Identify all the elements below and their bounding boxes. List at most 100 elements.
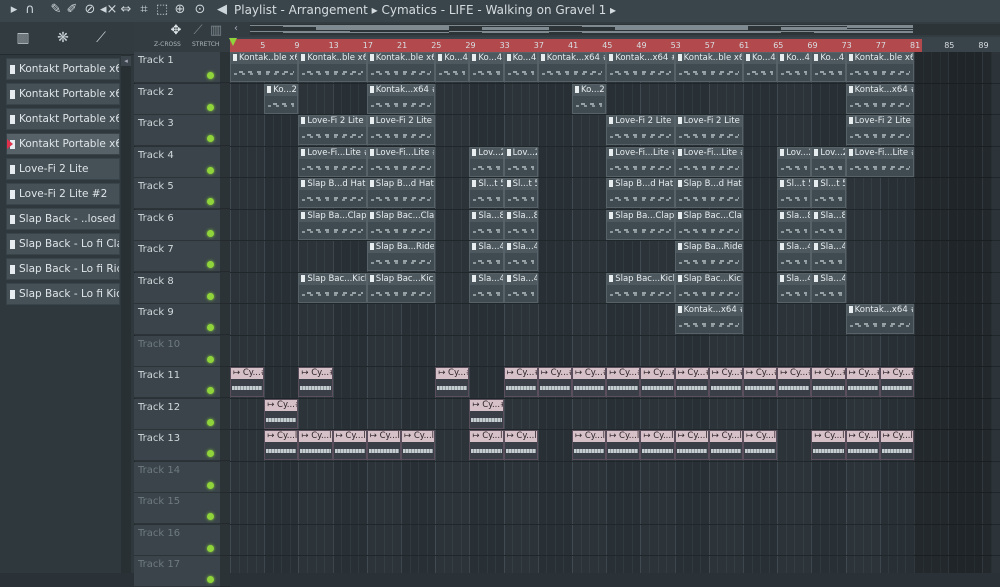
track-header[interactable]: Track 15 <box>134 493 220 524</box>
track-header[interactable]: Track 16 <box>134 525 220 556</box>
pattern-clip[interactable]: Kontak...x64 #3 <box>606 52 674 82</box>
track-mute-led[interactable] <box>207 419 214 426</box>
track-grip[interactable] <box>220 525 230 556</box>
pattern-clip[interactable]: Sla...4 <box>469 273 503 303</box>
track-header[interactable]: Track 8 <box>134 273 220 304</box>
pattern-clip[interactable]: Slap Bac...Clap 8 <box>367 210 435 240</box>
track-grip[interactable] <box>220 273 230 304</box>
audio-clip[interactable]: ↦ Cy...l 1 <box>264 430 298 460</box>
stretch-toggle[interactable]: STRETCH <box>192 41 219 48</box>
audio-clip[interactable]: ↦ Cy...#3 <box>538 367 572 397</box>
magnet-icon[interactable]: ∩ <box>22 2 38 18</box>
delete-icon[interactable]: ⊘ <box>82 2 98 18</box>
play-arrow-icon[interactable]: ▸ <box>6 2 22 18</box>
audio-clip[interactable]: ↦ Cy...l 1 <box>743 430 777 460</box>
track-mute-led[interactable] <box>207 387 214 394</box>
track-grip[interactable] <box>220 430 230 461</box>
pattern-clip[interactable]: Sla...4 <box>811 273 845 303</box>
audio-clip[interactable]: ↦ Cy...l 1 <box>572 430 606 460</box>
audio-clip[interactable]: ↦ Cy...l 1 <box>846 430 880 460</box>
pattern-clip[interactable]: Kontak...x64 #3 <box>538 52 606 82</box>
picker-scrollbar[interactable]: ◂ <box>121 54 131 573</box>
audio-clip[interactable]: ↦ Cy...l 1 <box>401 430 435 460</box>
pattern-clip[interactable]: Sla...8 <box>811 210 845 240</box>
scroll-left-arrow-icon[interactable]: ‹ <box>234 23 238 34</box>
pattern-clip[interactable]: Sla...4 <box>469 241 503 271</box>
track-grip[interactable] <box>220 84 230 115</box>
pattern-clip[interactable]: Love-Fi...Lite #2 <box>606 147 674 177</box>
pattern-clip[interactable]: Sla...4 <box>777 241 811 271</box>
track-grip[interactable] <box>220 147 230 178</box>
pattern-clip[interactable]: Lov...2 <box>777 147 811 177</box>
pattern-clip[interactable]: Ko...4 <box>504 52 538 82</box>
pattern-clip[interactable]: Ko...4 <box>743 52 777 82</box>
pattern-clip[interactable]: Sla...4 <box>777 273 811 303</box>
pattern-item[interactable]: Slap Back - ..losed Hat 5 <box>6 208 120 230</box>
track-header[interactable]: Track 14 <box>134 462 220 493</box>
audio-clip[interactable]: ↦ Cy...#3 <box>572 367 606 397</box>
pattern-clip[interactable]: Kontak...x64 #2 <box>367 84 435 114</box>
audio-clip[interactable]: ↦ Cy...#3 <box>811 367 845 397</box>
piano-keys-icon[interactable]: ▥ <box>12 29 34 47</box>
pattern-clip[interactable]: Love-Fi...Lite #2 <box>298 147 366 177</box>
pattern-item[interactable]: Kontakt Portable x64 <box>6 58 120 80</box>
track-mute-led[interactable] <box>207 293 214 300</box>
pattern-clip[interactable]: Sla...4 <box>504 241 538 271</box>
pattern-clip[interactable]: Love-Fi...Lite #2 <box>675 147 743 177</box>
pattern-clip[interactable]: Slap Ba...Clap 8 <box>298 210 366 240</box>
pattern-clip[interactable]: Ko...2 <box>264 84 298 114</box>
pattern-clip[interactable]: Slap B...d Hat 5 <box>675 178 743 208</box>
audio-clip[interactable]: ↦ Cy...#3 <box>743 367 777 397</box>
slice-icon[interactable]: ⌗ <box>136 2 152 18</box>
track-header[interactable]: Track 1 <box>134 52 220 83</box>
pattern-clip[interactable]: Sl...t 5 <box>811 178 845 208</box>
track-mute-led[interactable] <box>207 576 214 583</box>
pattern-clip[interactable]: Kontak...x64 #4 <box>846 304 914 334</box>
pattern-clip[interactable]: Slap Bac...Kick 4 <box>675 273 743 303</box>
track-mute-led[interactable] <box>207 261 214 268</box>
pattern-clip[interactable]: Sla...4 <box>504 273 538 303</box>
pattern-clip[interactable]: Lov...2 <box>469 147 503 177</box>
pattern-clip[interactable]: Slap Ba...Ride 4 <box>675 241 743 271</box>
draw-pencil-icon[interactable]: ✎ <box>48 2 64 18</box>
pattern-clip[interactable]: Kontak..ble x64 <box>298 52 366 82</box>
arrangement-grid[interactable]: Kontak..ble x64Kontak..ble x64Kontak..bl… <box>230 52 1000 573</box>
pattern-clip[interactable]: Love-Fi 2 Lite <box>846 115 914 145</box>
audio-clip[interactable]: ↦ Cy...#3 <box>777 367 811 397</box>
pattern-clip[interactable]: Love-Fi 2 Lite <box>675 115 743 145</box>
pattern-clip[interactable]: Love-Fi 2 Lite <box>298 115 366 145</box>
pattern-clip[interactable]: Slap Bac...Kick 4 <box>367 273 435 303</box>
pattern-item[interactable]: Kontakt Portable x64 #3 <box>6 83 120 105</box>
link-icon[interactable]: ⟋ <box>190 23 206 39</box>
audio-clip[interactable]: ↦ Cy...l 1 <box>880 430 914 460</box>
track-header[interactable]: Track 4 <box>134 147 220 178</box>
track-grip[interactable] <box>220 178 230 209</box>
pattern-clip[interactable]: Kontak..ble x64 <box>367 52 435 82</box>
audio-clip[interactable]: ↦ Cy...l 1 <box>811 430 845 460</box>
track-header[interactable]: Track 2 <box>134 84 220 115</box>
track-header[interactable]: Track 7 <box>134 241 220 272</box>
track-mute-led[interactable] <box>207 545 214 552</box>
track-grip[interactable] <box>220 115 230 146</box>
audio-clip[interactable]: ↦ Cy...#2 <box>846 367 880 397</box>
mute-icon[interactable]: ◂× <box>100 2 116 18</box>
track-mute-led[interactable] <box>207 324 214 331</box>
zoom-icon[interactable]: ⊕ <box>172 2 188 18</box>
select-icon[interactable]: ⬚ <box>154 2 170 18</box>
audio-clip[interactable]: ↦ Cy...#3 <box>435 367 469 397</box>
track-mute-led[interactable] <box>207 450 214 457</box>
track-grip[interactable] <box>220 52 230 83</box>
audio-clip[interactable]: ↦ Cy...l 1 <box>606 430 640 460</box>
pattern-item[interactable]: Love-Fi 2 Lite <box>6 158 120 180</box>
audio-clip[interactable]: ↦ Cy...l 1 <box>675 430 709 460</box>
track-mute-led[interactable] <box>207 513 214 520</box>
track-header[interactable]: Track 9 <box>134 304 220 335</box>
track-header[interactable]: Track 5 <box>134 178 220 209</box>
audio-clip[interactable]: ↦ Cy...#2 <box>264 399 298 429</box>
track-mute-led[interactable] <box>207 198 214 205</box>
audio-clip[interactable]: ↦ Cy...#3 <box>230 367 264 397</box>
slip-icon[interactable]: ⇔ <box>118 2 134 18</box>
track-header[interactable]: Track 3 <box>134 115 220 146</box>
pattern-clip[interactable]: Ko...4 <box>469 52 503 82</box>
pattern-clip[interactable]: Kontak..ble x64 <box>846 52 914 82</box>
